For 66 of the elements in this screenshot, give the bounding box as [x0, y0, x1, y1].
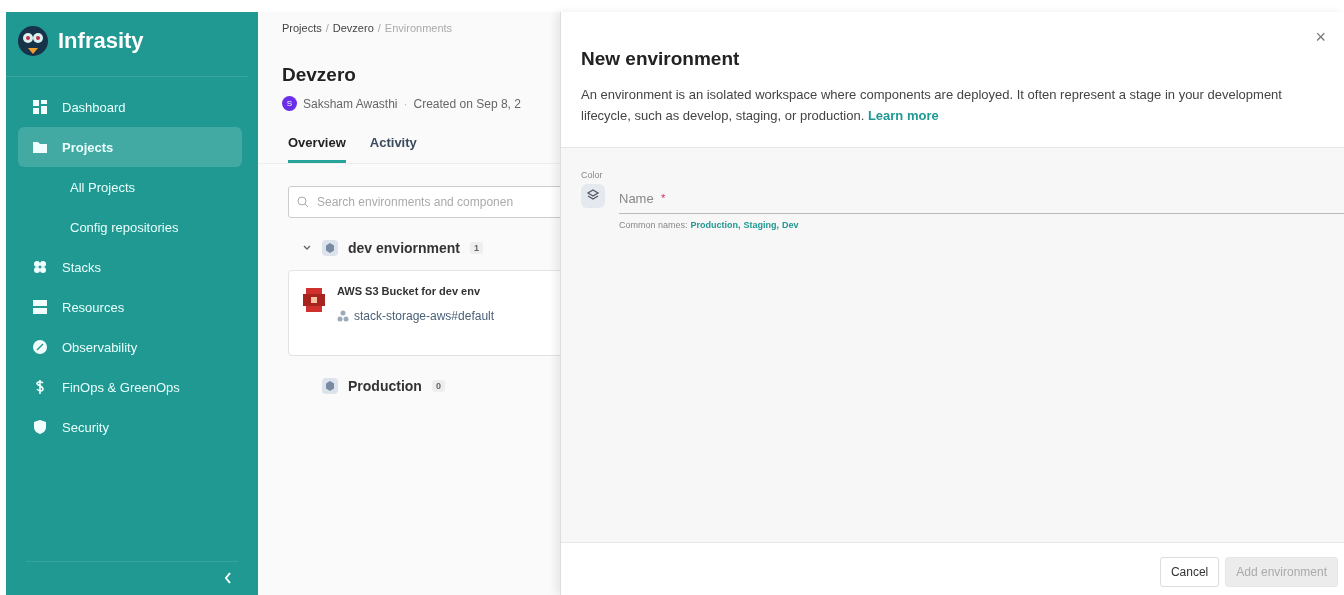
- created-date: Created on Sep 8, 2: [413, 96, 521, 111]
- nav-item[interactable]: Observability: [18, 327, 242, 367]
- suggestion-link[interactable]: Dev: [782, 219, 799, 230]
- learn-more-link[interactable]: Learn more: [867, 108, 939, 124]
- avatar: S: [282, 96, 297, 111]
- nav-label: Projects: [62, 139, 114, 155]
- nav-subitem[interactable]: Config repositories: [6, 207, 258, 247]
- nav-label: Security: [62, 419, 109, 435]
- gauge-icon: [32, 339, 48, 355]
- nav-item[interactable]: Security: [18, 407, 242, 447]
- owl-logo: [18, 26, 48, 56]
- chevron-down-icon[interactable]: [302, 244, 312, 252]
- count-badge: 1: [470, 242, 484, 254]
- panel-description: An environment is an isolated workspace where components are deployed. It often represent a stage in your development lifecycle, such as develop, staging, or production. Learn more: [581, 86, 1283, 126]
- required-mark: *: [661, 192, 666, 205]
- stack-name: stack-storage-aws#default: [354, 309, 495, 323]
- nav-item[interactable]: Dashboard: [18, 87, 242, 127]
- suggestion-link[interactable]: Production,: [690, 219, 741, 230]
- bucket-icon: [303, 285, 325, 315]
- nav-label: Dashboard: [62, 99, 126, 115]
- environment-name: Production: [348, 378, 422, 394]
- breadcrumb-link[interactable]: Projects: [282, 22, 322, 34]
- hint-label: Common names:: [619, 219, 688, 230]
- count-badge: 0: [431, 380, 445, 392]
- breadcrumb-separator: /: [377, 22, 381, 34]
- separator-dot: ·: [403, 96, 408, 111]
- server-icon: [32, 299, 48, 315]
- nav-label: Resources: [62, 299, 125, 315]
- nav-item[interactable]: FinOps & GreenOps: [18, 367, 242, 407]
- nav-item[interactable]: Resources: [18, 287, 242, 327]
- color-picker-button[interactable]: [581, 183, 605, 208]
- stacks-icon: [32, 259, 48, 275]
- environment-icon: [322, 378, 338, 394]
- folder-icon: [32, 139, 48, 155]
- name-field-line[interactable]: Name *: [619, 183, 1344, 214]
- nav-subitem[interactable]: All Projects: [6, 167, 258, 207]
- search-icon: [297, 196, 309, 208]
- search-field[interactable]: Search environments and componen: [315, 194, 560, 210]
- brand-name: Infrasity: [58, 28, 144, 54]
- nav-label: FinOps & GreenOps: [62, 379, 180, 395]
- owner-name: Saksham Awasthi: [303, 96, 398, 111]
- nav-item[interactable]: Projects: [18, 127, 242, 167]
- collapse-icon[interactable]: [224, 572, 232, 584]
- stack-icon: [337, 310, 349, 322]
- environment-icon: [322, 240, 338, 256]
- tab[interactable]: Activity: [369, 131, 417, 163]
- close-button[interactable]: ×: [1309, 26, 1332, 49]
- dashboard-icon: [32, 99, 48, 115]
- tab[interactable]: Overview: [288, 131, 346, 163]
- shield-icon: [32, 419, 48, 435]
- name-field[interactable]: Name: [619, 190, 659, 206]
- panel-title: New environment: [581, 48, 741, 70]
- nav-item[interactable]: Stacks: [18, 247, 242, 287]
- component-card[interactable]: AWS S3 Bucket for dev env stack-storage-aws#default: [288, 270, 560, 356]
- cancel-button[interactable]: Cancel: [1159, 557, 1220, 587]
- nav-label: Observability: [62, 339, 138, 355]
- breadcrumb-separator: /: [325, 22, 329, 34]
- color-label: Color: [581, 169, 604, 180]
- project-title: Devzero: [282, 64, 357, 86]
- breadcrumb-link[interactable]: Environments: [384, 22, 453, 34]
- suggestion-link[interactable]: Staging,: [743, 219, 780, 230]
- breadcrumb-link[interactable]: Devzero: [332, 22, 374, 34]
- search-box[interactable]: Search environments and componen: [288, 186, 560, 218]
- component-title: AWS S3 Bucket for dev env: [337, 285, 482, 297]
- environment-name: dev enviornment: [348, 240, 461, 256]
- nav-label: Stacks: [62, 259, 101, 275]
